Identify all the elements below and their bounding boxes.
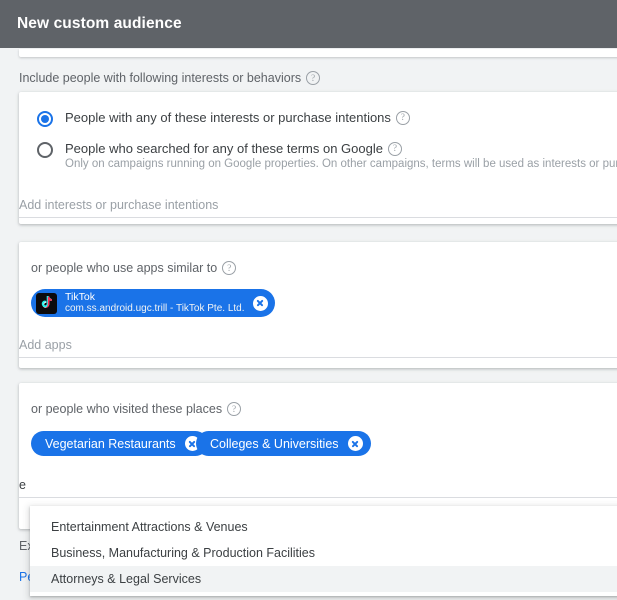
app-chip-package: com.ss.android.ugc.trill - TikTok Pte. L… <box>65 303 245 315</box>
place-chip-label: Vegetarian Restaurants <box>45 436 176 451</box>
app-chip-text: TikTok com.ss.android.ugc.trill - TikTok… <box>65 291 245 315</box>
chip-remove-icon[interactable] <box>347 436 363 451</box>
app-chip-name: TikTok <box>65 291 95 304</box>
suggestion-item[interactable]: Business, Manufacturing & Production Fac… <box>30 540 617 566</box>
suggestion-item[interactable]: Entertainment Attractions & Venues <box>30 514 617 540</box>
apps-section-label-text: or people who use apps similar to <box>31 261 218 275</box>
radio-search-terms-description: Only on campaigns running on Google prop… <box>65 158 617 170</box>
help-circle-icon[interactable]: ? <box>222 261 237 275</box>
radio-option-interests[interactable]: People with any of these interests or pu… <box>37 110 410 127</box>
page-title: New custom audience <box>17 15 182 32</box>
radio-option-search-terms[interactable]: People who searched for any of these ter… <box>37 141 617 170</box>
radio-interests-label: People with any of these interests or pu… <box>65 110 410 125</box>
help-circle-icon[interactable]: ? <box>395 110 410 125</box>
places-input[interactable]: e <box>19 476 617 498</box>
dialog-body: Include people with following interests … <box>0 48 617 600</box>
place-chip-vegetarian-restaurants[interactable]: Vegetarian Restaurants <box>31 431 208 456</box>
places-section-label-text: or people who visited these places <box>31 402 223 416</box>
suggestion-label: Entertainment Attractions & Venues <box>51 520 248 534</box>
help-circle-icon[interactable]: ? <box>387 141 402 156</box>
places-input-value: e <box>19 478 26 492</box>
tiktok-app-icon <box>36 292 57 314</box>
include-section-label: Include people with following interests … <box>19 71 321 85</box>
help-circle-icon[interactable]: ? <box>306 71 321 85</box>
places-suggestions-dropdown: Entertainment Attractions & Venues Busin… <box>30 506 617 596</box>
radio-search-terms-text: People who searched for any of these ter… <box>65 141 383 156</box>
include-section-label-text: Include people with following interests … <box>19 71 302 85</box>
interests-input-placeholder: Add interests or purchase intentions <box>19 198 219 212</box>
place-chip-label: Colleges & Universities <box>210 436 339 451</box>
radio-interests-text: People with any of these interests or pu… <box>65 110 391 125</box>
suggestion-label: Attorneys & Legal Services <box>51 572 202 586</box>
help-circle-icon[interactable]: ? <box>227 402 242 416</box>
radio-interests-indicator[interactable] <box>37 111 53 127</box>
radio-search-terms-indicator[interactable] <box>37 142 53 158</box>
place-chip-colleges-universities[interactable]: Colleges & Universities <box>196 431 371 456</box>
suggestion-item[interactable]: Attorneys & Legal Services <box>30 566 617 592</box>
apps-input-placeholder: Add apps <box>19 338 72 352</box>
radio-search-terms-label: People who searched for any of these ter… <box>65 141 617 156</box>
places-section-label: or people who visited these places ? <box>31 402 242 416</box>
apps-section-label: or people who use apps similar to ? <box>31 261 237 275</box>
suggestion-label: Business, Manufacturing & Production Fac… <box>51 546 316 560</box>
dialog-header: New custom audience <box>0 0 617 48</box>
previous-card-sliver <box>19 49 617 57</box>
chip-remove-icon[interactable] <box>252 295 268 311</box>
interests-input[interactable]: Add interests or purchase intentions <box>19 196 617 218</box>
apps-input[interactable]: Add apps <box>19 336 617 358</box>
app-chip-tiktok[interactable]: TikTok com.ss.android.ugc.trill - TikTok… <box>31 289 275 317</box>
